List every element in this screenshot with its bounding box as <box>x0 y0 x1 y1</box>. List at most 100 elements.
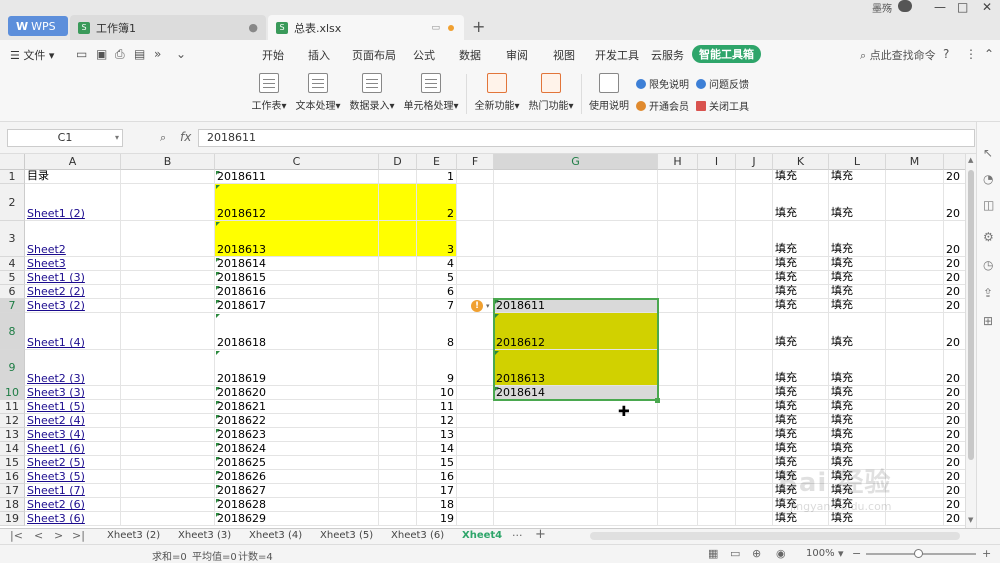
cell[interactable]: 20 <box>944 470 965 484</box>
row-header[interactable]: 18 <box>0 498 25 512</box>
cell[interactable] <box>121 484 215 498</box>
tab-insert[interactable]: 插入 <box>308 47 330 63</box>
cell[interactable] <box>736 512 773 526</box>
cell[interactable] <box>886 257 944 271</box>
sheet-tab[interactable]: Xheet3 (2) <box>107 530 160 541</box>
feedback-link[interactable]: 问题反馈 <box>696 76 749 91</box>
cell[interactable] <box>886 313 944 350</box>
cell[interactable]: 2018617 <box>215 299 379 313</box>
cell[interactable] <box>698 512 736 526</box>
cell[interactable] <box>379 221 417 257</box>
cell[interactable]: 填充 <box>829 400 886 414</box>
cell[interactable]: 填充 <box>773 170 829 184</box>
page-break-view-icon[interactable]: ⊕ <box>752 547 761 560</box>
page-layout-view-icon[interactable]: ▭ <box>730 547 740 560</box>
warning-icon[interactable]: ! <box>471 300 483 312</box>
cell[interactable]: 2018624 <box>215 442 379 456</box>
cell[interactable]: 20 <box>944 350 965 386</box>
cell[interactable] <box>121 498 215 512</box>
tab-developer[interactable]: 开发工具 <box>595 47 639 63</box>
cell[interactable] <box>886 221 944 257</box>
cell[interactable]: 目录 <box>25 170 121 184</box>
cell[interactable]: 20 <box>944 313 965 350</box>
cell[interactable] <box>121 512 215 526</box>
cell[interactable] <box>736 484 773 498</box>
cell[interactable] <box>379 512 417 526</box>
cell[interactable]: 填充 <box>773 512 829 526</box>
text-processing-button[interactable]: 文本处理▾ <box>295 70 341 112</box>
cell[interactable] <box>736 299 773 313</box>
cell[interactable] <box>658 456 698 470</box>
cell[interactable] <box>379 386 417 400</box>
cell[interactable] <box>379 484 417 498</box>
cell[interactable] <box>494 221 658 257</box>
cell[interactable] <box>658 512 698 526</box>
cell[interactable] <box>736 498 773 512</box>
tab-data[interactable]: 数据 <box>459 47 481 63</box>
vertical-scrollbar[interactable]: ▲ ▼ <box>965 154 976 528</box>
apps-icon[interactable]: ⊞ <box>983 314 993 328</box>
cell[interactable] <box>121 350 215 386</box>
cell[interactable]: 1 <box>417 170 457 184</box>
cell[interactable] <box>457 442 494 456</box>
cell[interactable] <box>457 221 494 257</box>
tab-summary-xlsx[interactable]: S 总表.xlsx ▭ <box>268 15 464 40</box>
cell[interactable] <box>658 170 698 184</box>
tab-formula[interactable]: 公式 <box>413 47 435 63</box>
cell[interactable]: 填充 <box>773 184 829 221</box>
cell[interactable]: 填充 <box>829 350 886 386</box>
tab-cloud[interactable]: 云服务 <box>651 47 684 63</box>
cell[interactable]: 填充 <box>773 285 829 299</box>
cell[interactable] <box>457 470 494 484</box>
sheet-tab[interactable]: Xheet3 (4) <box>249 530 302 541</box>
cell[interactable]: 3 <box>417 221 457 257</box>
cell[interactable]: 填充 <box>773 257 829 271</box>
row-header[interactable]: 15 <box>0 456 25 470</box>
close-tab-icon[interactable]: ● <box>248 21 258 34</box>
cell[interactable] <box>379 350 417 386</box>
cell[interactable]: 填充 <box>829 285 886 299</box>
style-tool-icon[interactable]: ◫ <box>983 198 994 212</box>
cell[interactable] <box>457 484 494 498</box>
row-header[interactable]: 17 <box>0 484 25 498</box>
zoom-out-icon[interactable]: − <box>852 547 861 560</box>
cell[interactable] <box>457 498 494 512</box>
user-name[interactable]: 墨殇 <box>872 0 892 15</box>
cell[interactable] <box>494 442 658 456</box>
column-header[interactable]: A <box>25 154 121 170</box>
cell[interactable]: 20 <box>944 221 965 257</box>
cell[interactable] <box>379 285 417 299</box>
cell[interactable] <box>886 428 944 442</box>
cell[interactable] <box>698 271 736 285</box>
cell[interactable]: 20 <box>944 400 965 414</box>
cell[interactable] <box>379 428 417 442</box>
cell[interactable]: 填充 <box>773 299 829 313</box>
cell[interactable]: 2018621 <box>215 400 379 414</box>
cell[interactable]: 2018627 <box>215 484 379 498</box>
cell[interactable] <box>121 257 215 271</box>
cell[interactable] <box>886 400 944 414</box>
cell[interactable] <box>886 285 944 299</box>
cell[interactable] <box>736 313 773 350</box>
cell[interactable]: 填充 <box>829 184 886 221</box>
row-header[interactable]: 6 <box>0 285 25 299</box>
cell[interactable] <box>121 271 215 285</box>
cell[interactable] <box>658 299 698 313</box>
cell[interactable] <box>886 414 944 428</box>
cell[interactable]: 填充 <box>829 221 886 257</box>
sheet-tab[interactable]: Xheet3 (3) <box>178 530 231 541</box>
cell[interactable]: 11 <box>417 400 457 414</box>
cell[interactable] <box>736 386 773 400</box>
cell[interactable] <box>121 299 215 313</box>
column-header[interactable]: C <box>215 154 379 170</box>
selection-range[interactable] <box>493 298 659 401</box>
worksheet-button[interactable]: 工作表▾ <box>250 70 288 112</box>
scroll-down-icon[interactable]: ▼ <box>968 516 973 524</box>
cell[interactable]: 2018613 <box>215 221 379 257</box>
first-sheet-icon[interactable]: |< <box>10 529 23 542</box>
row-header[interactable]: 3 <box>0 221 25 257</box>
row-header[interactable]: 1 <box>0 170 25 184</box>
cell[interactable] <box>736 456 773 470</box>
cell[interactable] <box>658 271 698 285</box>
reading-mode-icon[interactable]: ◉ <box>776 547 786 560</box>
